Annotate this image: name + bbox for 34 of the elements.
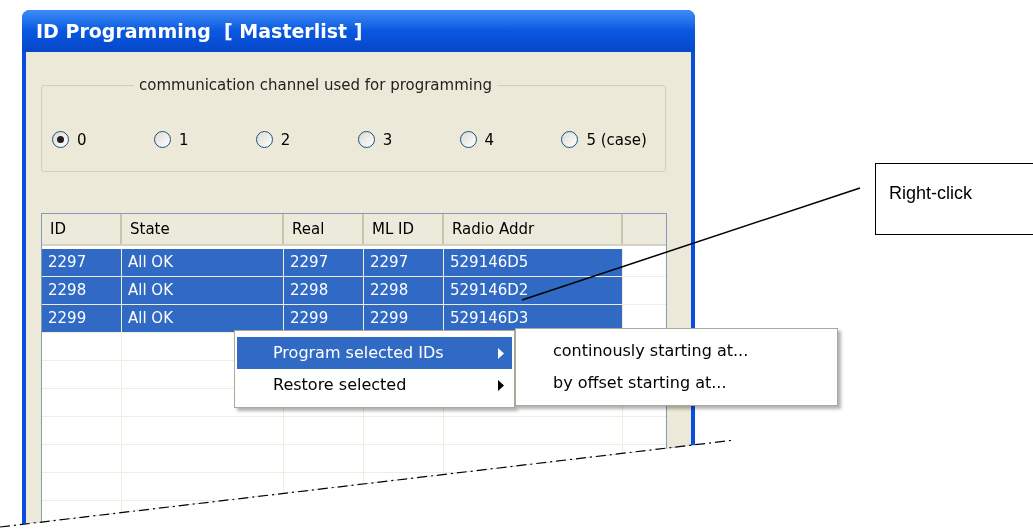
radio-button[interactable]	[357, 131, 375, 149]
radio-label: 0	[77, 129, 87, 151]
table-cell[interactable]: 2297	[364, 249, 444, 276]
radio-label: 4	[484, 129, 495, 151]
radio-button[interactable]	[255, 131, 273, 149]
menu-item[interactable]: continously starting at...	[518, 335, 835, 367]
table-cell[interactable]: 2298	[364, 277, 444, 304]
table-cell[interactable]: 529146D5	[444, 249, 623, 276]
radio-button[interactable]	[459, 131, 477, 149]
radio-button[interactable]	[153, 131, 171, 149]
radio-button[interactable]	[52, 131, 69, 149]
table-cell[interactable]: 2297	[42, 249, 122, 276]
table-cell[interactable]: All OK	[122, 249, 284, 276]
table-cell[interactable]: 2297	[284, 249, 364, 276]
table-cell[interactable]: All OK	[122, 305, 284, 332]
table-cell[interactable]: All OK	[122, 277, 284, 304]
menu-item[interactable]: Restore selected	[237, 369, 512, 401]
window-title: ID Programming [ Masterlist ]	[36, 18, 363, 44]
table-cell[interactable]: 2299	[284, 305, 364, 332]
table-cell[interactable]: 529146D2	[444, 277, 623, 304]
radio-label: 2	[280, 129, 291, 151]
table-cell[interactable]: 2299	[42, 305, 122, 332]
radio-label: 3	[382, 129, 393, 151]
table-cell[interactable]: 2298	[284, 277, 364, 304]
callout-text: Right-click	[889, 183, 972, 203]
submenu-arrow-icon	[498, 347, 504, 359]
menu-item[interactable]: by offset starting at...	[518, 367, 835, 399]
table-cell[interactable]: 2298	[42, 277, 122, 304]
radio-label: 5 (case)	[586, 129, 647, 151]
submenu-arrow-icon	[498, 379, 504, 391]
radio-button[interactable]	[561, 131, 579, 149]
radio-label: 1	[178, 129, 189, 151]
table-cell[interactable]: 2299	[364, 305, 444, 332]
menu-item[interactable]: Program selected IDs	[237, 337, 512, 369]
